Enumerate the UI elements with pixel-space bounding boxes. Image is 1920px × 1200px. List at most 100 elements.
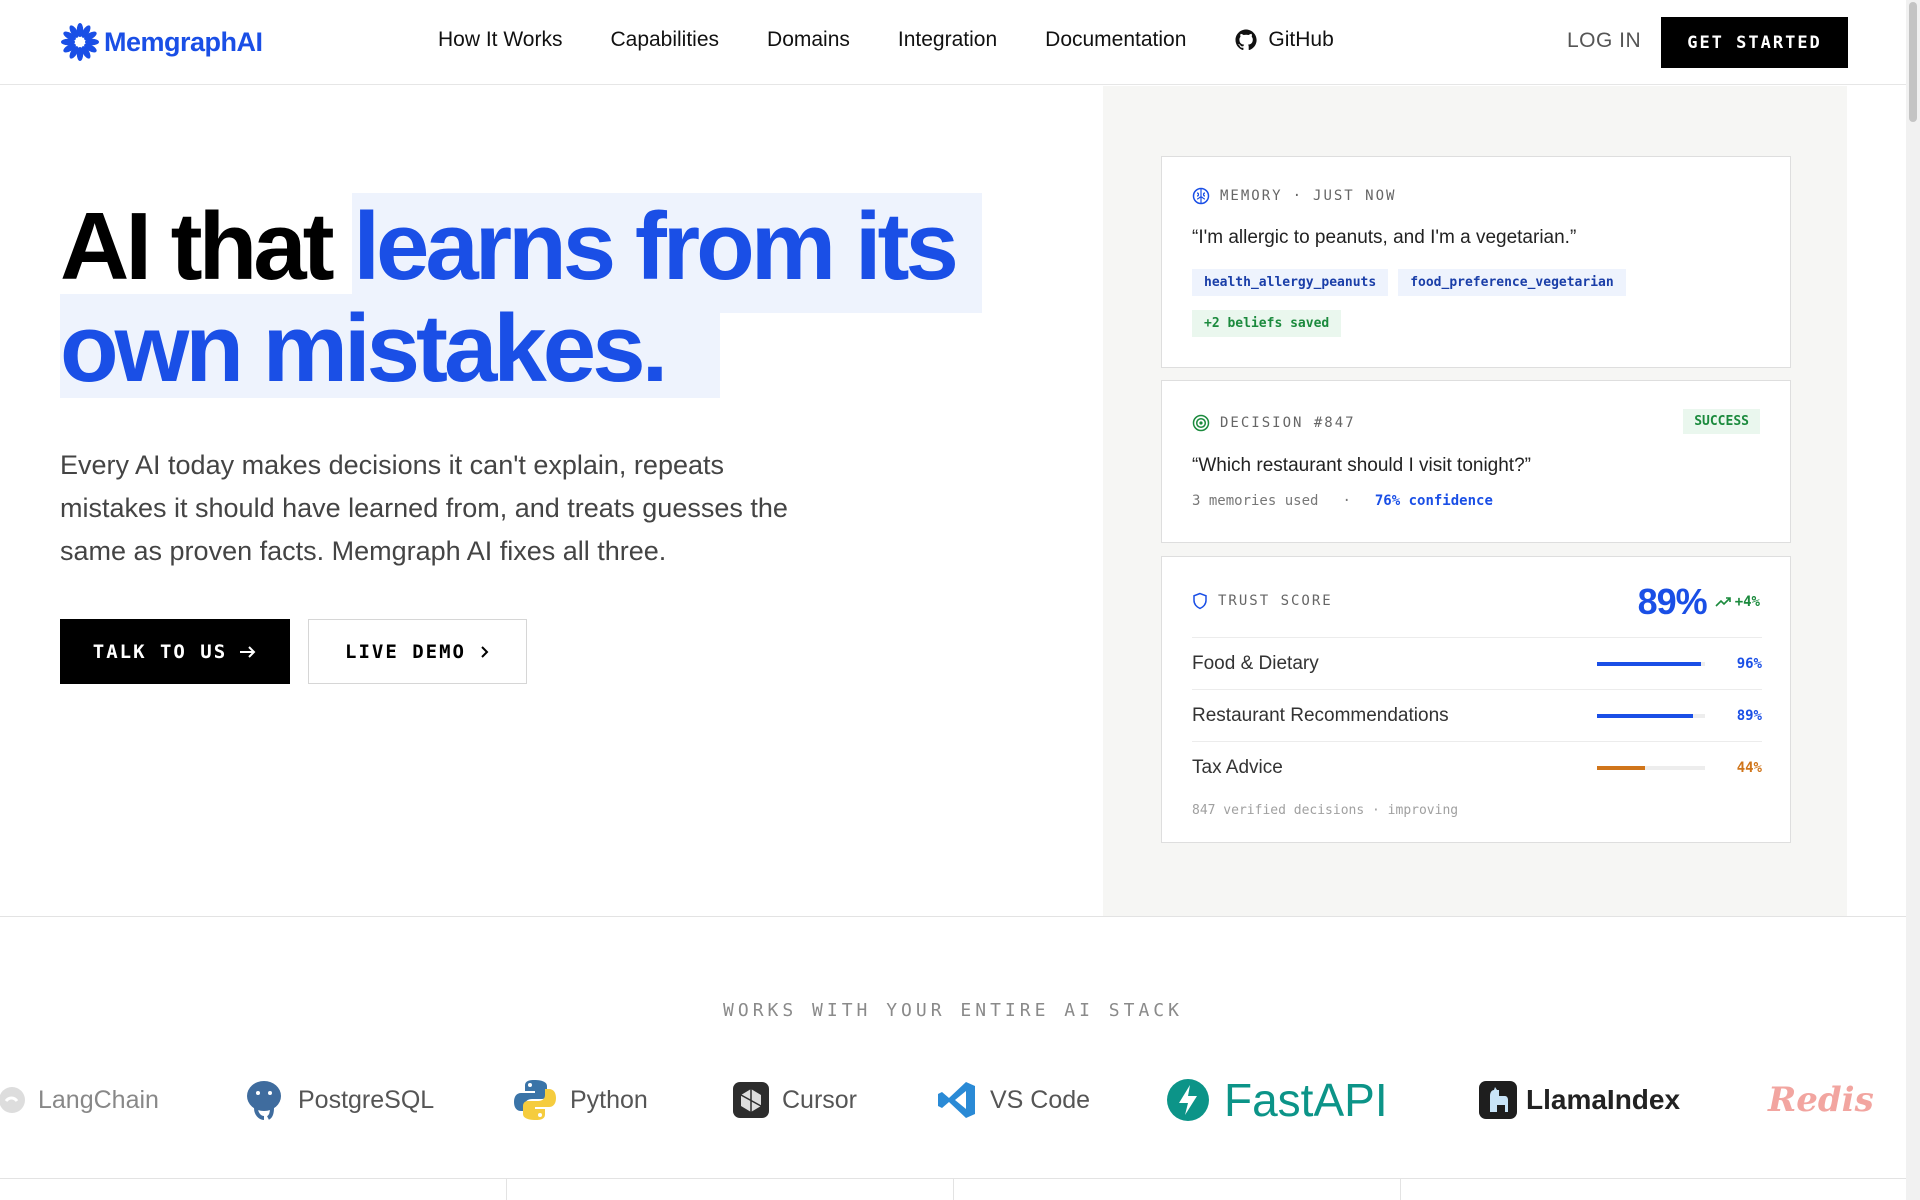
trust-bar-fill [1597,661,1701,666]
memory-card-header: MEMORY · JUST NOW [1192,187,1396,205]
logo-label: FastAPI [1224,1074,1388,1126]
cursor-icon [733,1082,769,1118]
langchain-icon [0,1087,25,1113]
memory-quote: “I'm allergic to peanuts, and I'm a vege… [1192,227,1577,248]
trust-score-card: TRUST SCORE 89% +4% Food & Dietary 96% R… [1161,556,1791,843]
logo-postgresql[interactable]: PostgreSQL [242,1075,434,1125]
trust-footer: 847 verified decisions · improving [1192,803,1459,818]
arrow-right-icon [240,645,256,658]
logo-label: PostgreSQL [298,1085,435,1114]
trust-bar [1597,765,1705,770]
trust-row-pct: 44% [1736,759,1762,776]
github-icon [1235,29,1258,51]
hero-title-part2: learns from its [353,193,959,300]
memory-card: MEMORY · JUST NOW “I'm allergic to peanu… [1161,156,1791,368]
logo-label: Redis [1768,1080,1874,1120]
nav-link-documentation[interactable]: Documentation [1045,28,1186,52]
hero-description: Every AI today makes decisions it can't … [60,450,788,566]
trust-score-value: 89% [1637,581,1708,622]
logo-label: LangChain [38,1085,159,1114]
postgresql-icon [247,1081,281,1120]
decision-card-header: DECISION #847 [1192,414,1356,432]
logo-langchain[interactable]: LangChain [0,1075,159,1125]
vscode-icon [938,1082,975,1118]
section-column-divider [953,1178,954,1200]
python-icon [514,1080,556,1120]
logo-label: Python [570,1085,648,1114]
section-column-divider [506,1178,507,1200]
decision-card: DECISION #847 SUCCESS “Which restaurant … [1161,380,1791,543]
scrollbar-thumb[interactable] [1909,2,1917,122]
trust-bar [1597,713,1705,718]
nav-links: How It Works Capabilities Domains Integr… [438,28,1382,52]
brand-name: MemgraphAI [104,26,263,57]
logo-label: VS Code [990,1085,1091,1114]
nav-link-github[interactable]: GitHub [1234,28,1334,52]
trust-row-label: Tax Advice [1192,756,1283,778]
trust-bar [1597,661,1705,666]
section-divider [0,916,1906,917]
talk-to-us-label: TALK TO US [92,640,228,663]
logo-fastapi[interactable]: FastAPI [1166,1074,1388,1126]
memory-time: JUST NOW [1313,188,1397,204]
memgraph-flower-icon [61,23,99,61]
talk-to-us-button[interactable]: TALK TO US [60,619,290,684]
brain-icon [1192,187,1210,205]
logo-llamaindex[interactable]: LlamaIndex [1478,1075,1680,1125]
trust-row: Tax Advice 44% [1192,741,1762,793]
logo-python[interactable]: Python [512,1075,648,1125]
logo-cursor[interactable]: Cursor [732,1075,857,1125]
trust-score-delta: +4% [1734,594,1760,610]
memory-tag: food_preference_vegetarian [1398,269,1626,296]
chevron-right-icon [481,645,489,658]
logo-label: Cursor [782,1085,858,1114]
nav-link-integration[interactable]: Integration [898,28,997,52]
trust-row-label: Restaurant Recommendations [1192,704,1449,726]
confidence-value: 76% confidence [1374,493,1493,509]
shield-icon [1193,592,1207,610]
target-icon [1192,414,1210,432]
nav-link-domains[interactable]: Domains [767,28,850,52]
github-label: GitHub [1268,28,1334,51]
trust-card-header: TRUST SCORE [1192,592,1333,610]
live-demo-button[interactable]: LIVE DEMO [308,619,527,684]
decision-quote: “Which restaurant should I visit tonight… [1192,455,1531,476]
top-navbar: MemgraphAI How It Works Capabilities Dom… [0,0,1906,85]
nav-link-capabilities[interactable]: Capabilities [610,28,719,52]
decision-meta: 3 memories used · 76% confidence [1192,493,1493,509]
fastapi-icon [1167,1079,1209,1121]
llamaindex-icon [1479,1081,1517,1119]
trust-row-pct: 96% [1736,655,1762,672]
trust-row: Restaurant Recommendations 89% [1192,689,1762,741]
trust-label: TRUST SCORE [1218,593,1333,609]
trust-bar-fill [1597,765,1645,770]
logo-label: LlamaIndex [1526,1084,1681,1115]
trust-row: Food & Dietary 96% [1192,637,1762,689]
trust-score-summary: 89% +4% [1638,581,1760,623]
memories-used: 3 memories used [1192,493,1319,509]
memory-tags: health_allergy_peanuts food_preference_v… [1192,269,1626,296]
nav-link-how-it-works[interactable]: How It Works [438,28,562,52]
get-started-button[interactable]: GET STARTED [1661,17,1848,68]
trust-bar-fill [1597,713,1694,718]
scrollbar-track[interactable] [1906,0,1920,1200]
section-column-divider [1400,1178,1401,1200]
logo-redis[interactable]: Redis [1768,1075,1874,1125]
brand-logo[interactable]: MemgraphAI [60,22,263,62]
decision-label: DECISION #847 [1220,415,1356,431]
trust-row-label: Food & Dietary [1192,652,1319,674]
memory-label: MEMORY [1220,188,1283,204]
hero-title-part3: own mistakes. [60,295,668,402]
beliefs-saved-badge: +2 beliefs saved [1192,310,1342,337]
hero-title-part1: AI that [60,193,354,300]
hero-title: AI that learns from its own mistakes. [60,193,982,402]
stack-section-title: WORKS WITH YOUR ENTIRE AI STACK [723,1000,1183,1021]
status-badge: SUCCESS [1683,409,1760,434]
logo-vscode[interactable]: VS Code [936,1075,1090,1125]
live-demo-label: LIVE DEMO [345,640,466,663]
trust-row-pct: 89% [1736,707,1762,724]
stack-logos: LangChain PostgreSQL Python Cursor VS Co… [0,1074,1906,1126]
login-link[interactable]: LOG IN [1567,29,1641,53]
trend-up-icon [1715,597,1731,607]
memory-tag: health_allergy_peanuts [1192,269,1389,296]
